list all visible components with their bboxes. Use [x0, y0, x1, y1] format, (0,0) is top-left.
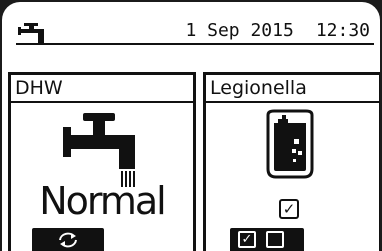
date-label: 1 Sep 2015 [185, 20, 294, 41]
checked-box-icon: ✓ [238, 231, 256, 248]
select-softkey[interactable]: ✓ [230, 228, 304, 251]
dhw-title: DHW [11, 75, 193, 103]
dhw-panel[interactable]: DHW Normal [8, 72, 196, 251]
time-label: 12:30 [315, 20, 370, 41]
status-bar: 1 Sep 2015 12:30 [2, 2, 380, 43]
legionella-panel[interactable]: Legionella ✓ [203, 72, 380, 251]
controller-screen: 1 Sep 2015 12:30 DHW Normal Legionella ✓… [2, 2, 380, 251]
dhw-mode-value: Normal [39, 179, 167, 223]
rotate-softkey[interactable] [32, 228, 104, 251]
hot-water-tank-icon [266, 109, 314, 179]
empty-box-icon [266, 231, 284, 248]
tap-icon [18, 23, 44, 43]
date-time: 1 Sep 2015 12:30 [163, 20, 370, 41]
rotate-icon [59, 232, 77, 248]
tap-icon [63, 113, 135, 187]
header-divider [16, 43, 374, 45]
legionella-title: Legionella [206, 75, 379, 103]
legionella-active-check: ✓ [279, 199, 299, 219]
